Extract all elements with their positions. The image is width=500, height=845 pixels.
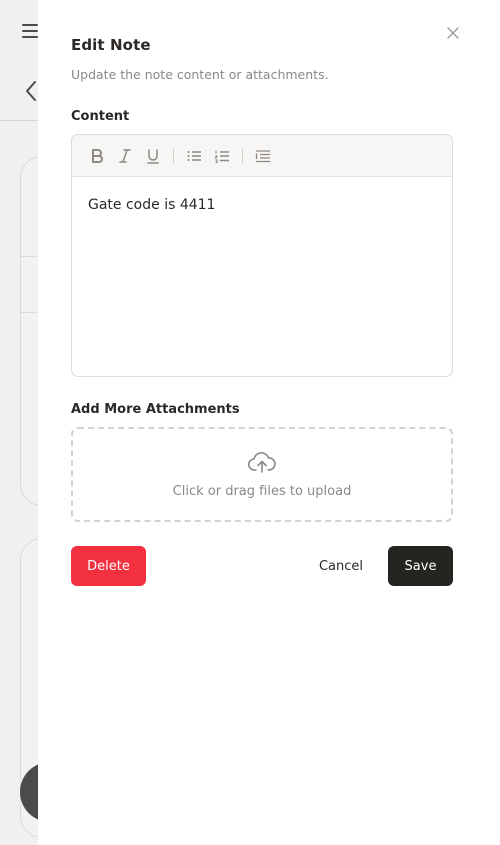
menu-icon[interactable] xyxy=(22,24,38,40)
back-arrow-icon[interactable] xyxy=(24,80,38,102)
drawer-title: Edit Note xyxy=(71,36,151,54)
close-icon[interactable] xyxy=(446,25,460,39)
editor-toolbar xyxy=(72,135,452,177)
numbered-list-icon[interactable] xyxy=(208,142,236,170)
note-content-input[interactable]: Gate code is 4411 xyxy=(72,177,452,233)
attachments-label: Add More Attachments xyxy=(71,402,240,417)
file-upload-dropzone[interactable]: Click or drag files to upload xyxy=(71,427,453,522)
background-divider xyxy=(0,120,40,121)
cloud-upload-icon xyxy=(247,450,277,478)
rich-text-editor: Gate code is 4411 xyxy=(71,134,453,377)
delete-button[interactable]: Delete xyxy=(71,546,146,586)
bold-icon[interactable] xyxy=(83,142,111,170)
toolbar-separator xyxy=(242,147,243,164)
underline-icon[interactable] xyxy=(139,142,167,170)
italic-icon[interactable] xyxy=(111,142,139,170)
save-button[interactable]: Save xyxy=(388,546,453,586)
drawer-subtitle: Update the note content or attachments. xyxy=(71,67,329,82)
dropzone-text: Click or drag files to upload xyxy=(172,484,352,499)
bullet-list-icon[interactable] xyxy=(180,142,208,170)
edit-note-drawer: Edit Note Update the note content or att… xyxy=(38,0,500,845)
indent-icon[interactable] xyxy=(249,142,277,170)
content-label: Content xyxy=(71,109,130,124)
cancel-button[interactable]: Cancel xyxy=(306,546,376,586)
toolbar-separator xyxy=(173,147,174,164)
